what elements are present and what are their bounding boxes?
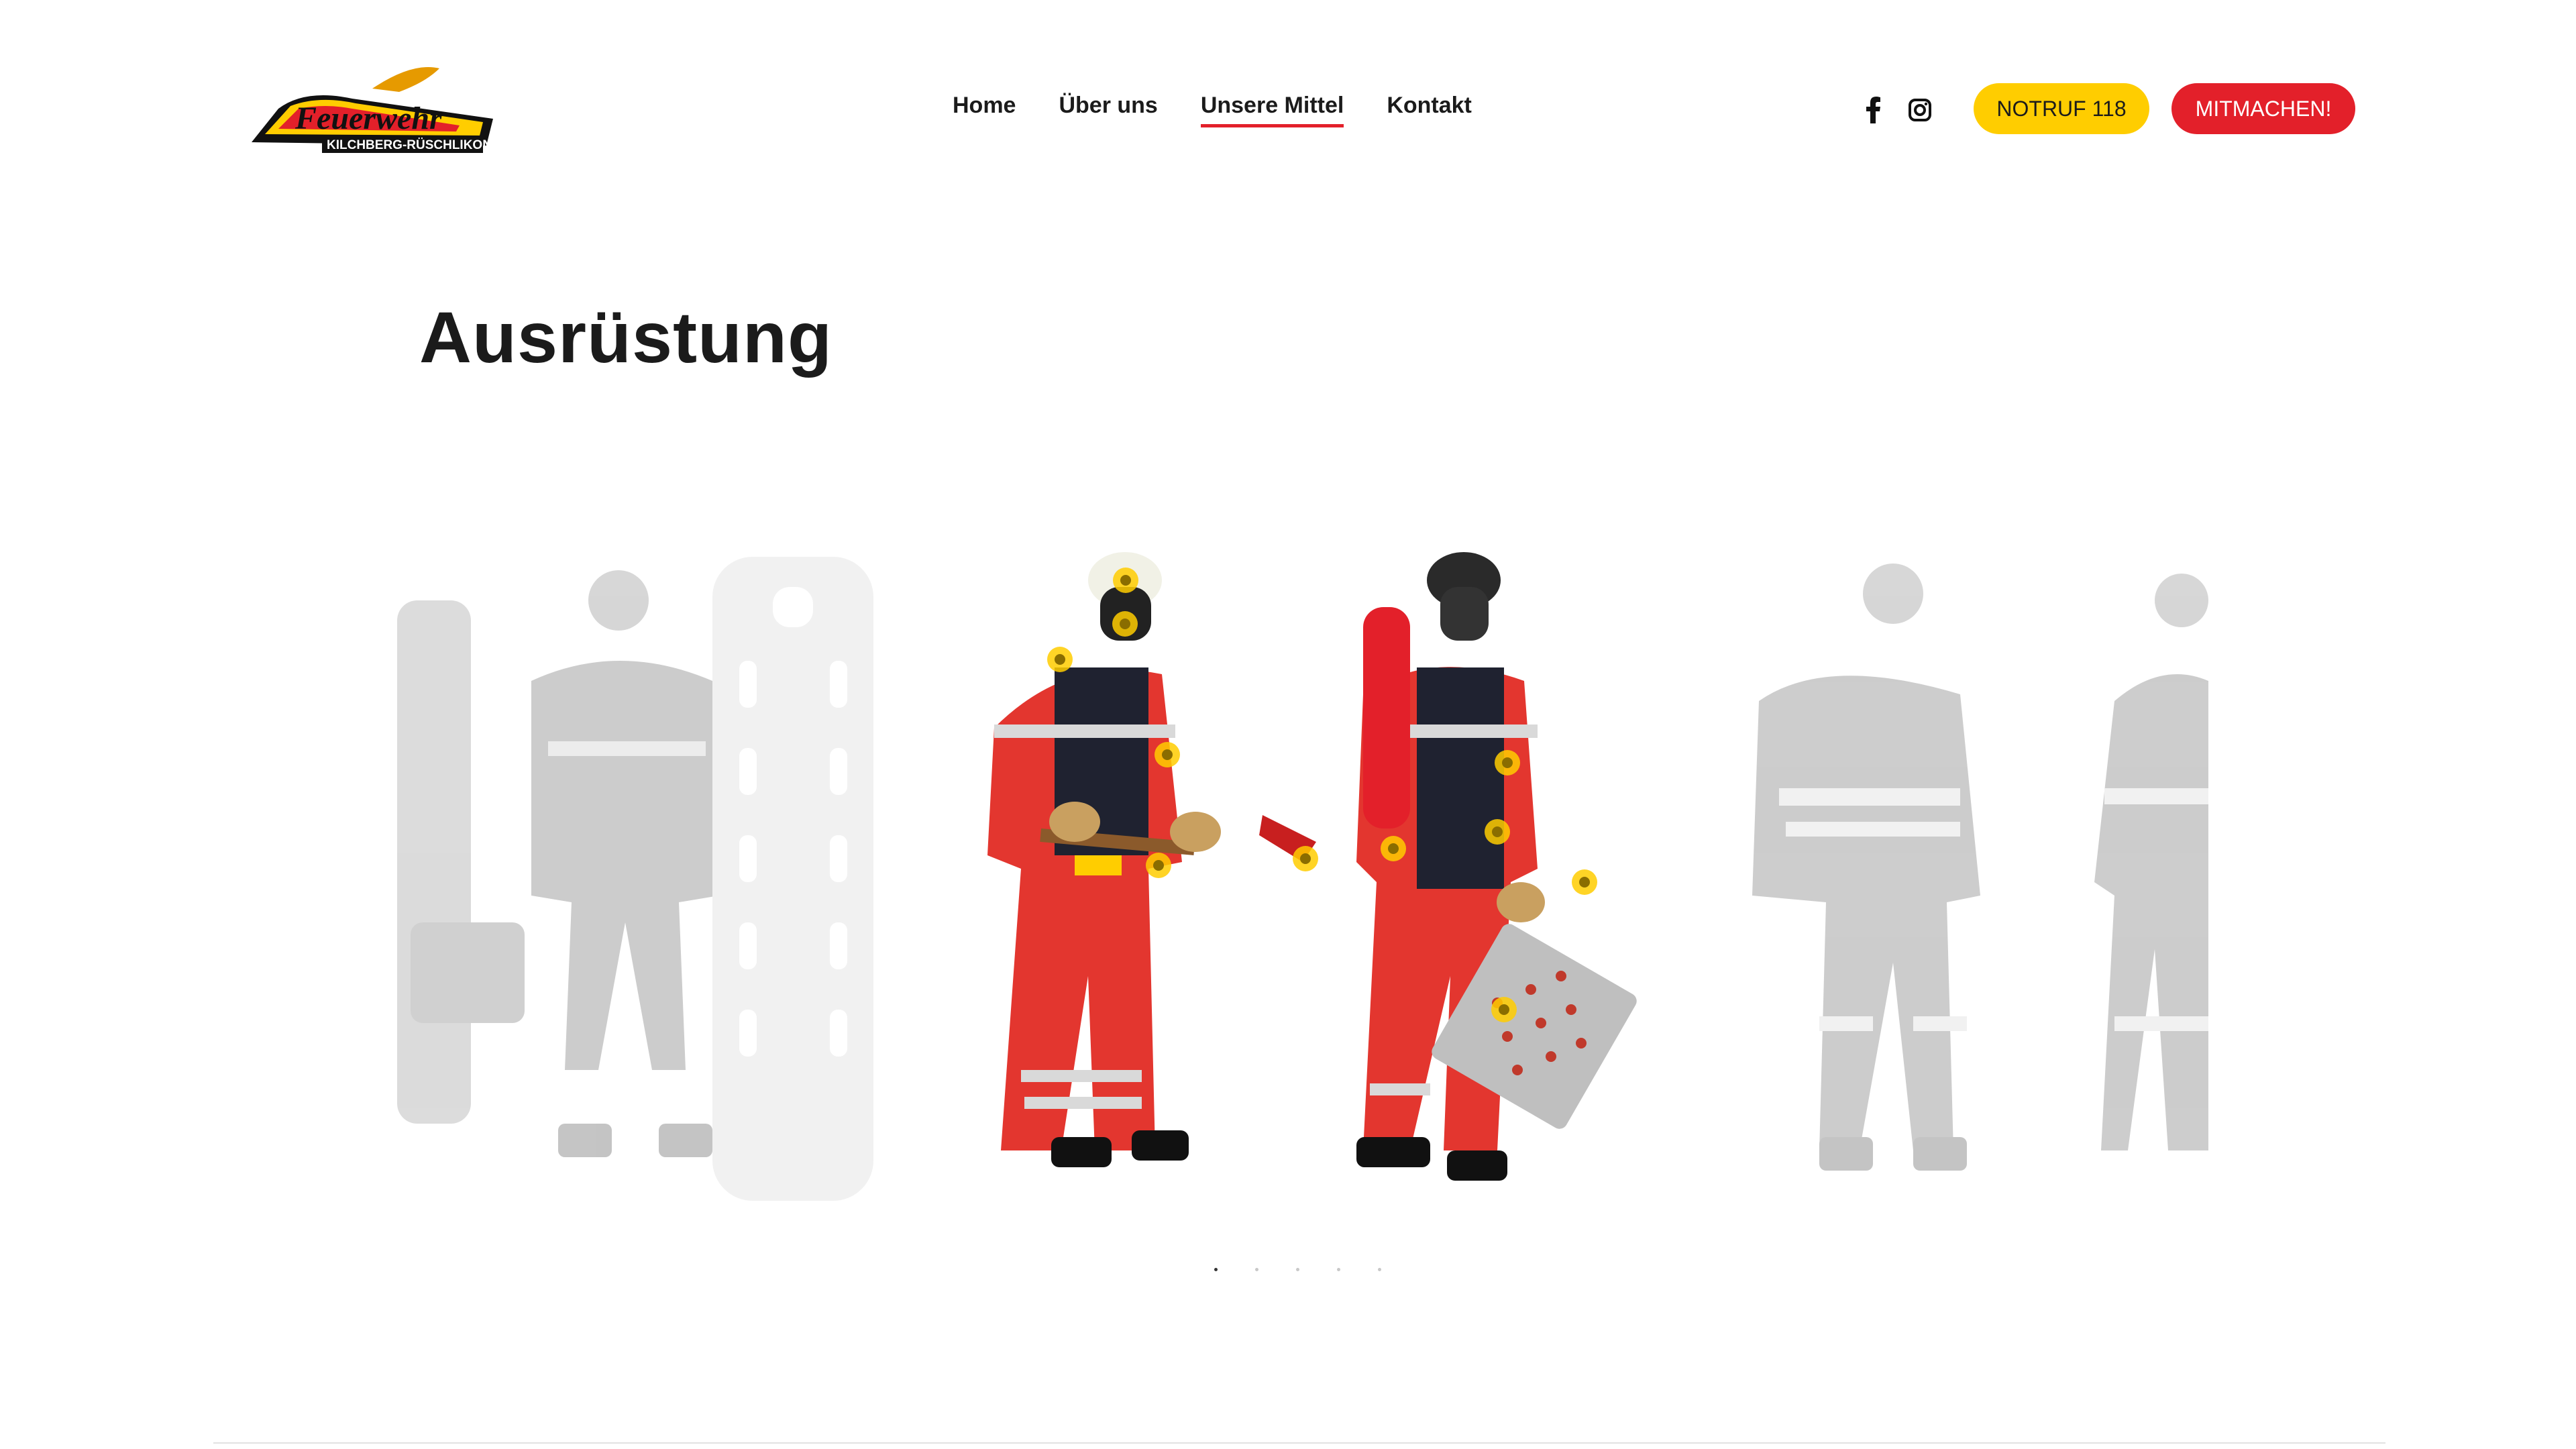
hotspot-marker[interactable]	[1113, 568, 1138, 593]
hotspot-marker[interactable]	[1491, 997, 1517, 1022]
hotspot-marker[interactable]	[1485, 819, 1510, 845]
page-title: Ausrüstung	[419, 297, 833, 378]
carousel-dot-4[interactable]	[1337, 1268, 1340, 1271]
hotspot-marker[interactable]	[1146, 853, 1171, 878]
equipment-carousel[interactable]	[397, 547, 2208, 1218]
carousel-dot-3[interactable]	[1296, 1268, 1299, 1271]
carousel-dot-2[interactable]	[1255, 1268, 1258, 1271]
slide-active[interactable]	[987, 552, 1640, 1181]
facebook-icon[interactable]	[1865, 97, 1881, 123]
slide-next[interactable]	[1752, 564, 2208, 1171]
nav-unsere-mittel[interactable]: Unsere Mittel	[1200, 93, 1344, 127]
carousel-slides	[397, 552, 2208, 1201]
hotspot-marker[interactable]	[1293, 846, 1318, 871]
logo-subline: KILCHBERG-RÜSCHLIKON	[327, 138, 492, 152]
notruf-button[interactable]: NOTRUF 118	[1974, 83, 2149, 134]
site-logo[interactable]: Feuerwehr KILCHBERG-RÜSCHLIKON	[238, 62, 500, 159]
hotspot-marker[interactable]	[1155, 742, 1180, 767]
nav-ueber-uns[interactable]: Über uns	[1059, 93, 1157, 127]
hotspot-marker[interactable]	[1495, 750, 1520, 775]
mitmachen-button[interactable]: MITMACHEN!	[2171, 83, 2355, 134]
carousel-dot-5[interactable]	[1378, 1268, 1381, 1271]
hotspot-marker[interactable]	[1047, 647, 1073, 672]
social-links	[1865, 97, 1932, 123]
section-divider	[213, 1442, 2385, 1444]
carousel-dot-1[interactable]	[1214, 1268, 1218, 1271]
nav-kontakt[interactable]: Kontakt	[1387, 93, 1472, 127]
main-nav: Home Über uns Unsere Mittel Kontakt	[953, 93, 1472, 127]
instagram-icon[interactable]	[1908, 98, 1932, 122]
nav-home[interactable]: Home	[953, 93, 1016, 127]
firefighter-right	[1356, 552, 1637, 1181]
hotspot-marker[interactable]	[1572, 869, 1597, 895]
logo-wordmark: Feuerwehr	[294, 101, 443, 136]
slide-previous[interactable]	[397, 557, 873, 1201]
hotspot-marker[interactable]	[1381, 836, 1406, 861]
hotspot-marker[interactable]	[1112, 611, 1138, 637]
carousel-pagination	[1214, 1268, 1381, 1271]
